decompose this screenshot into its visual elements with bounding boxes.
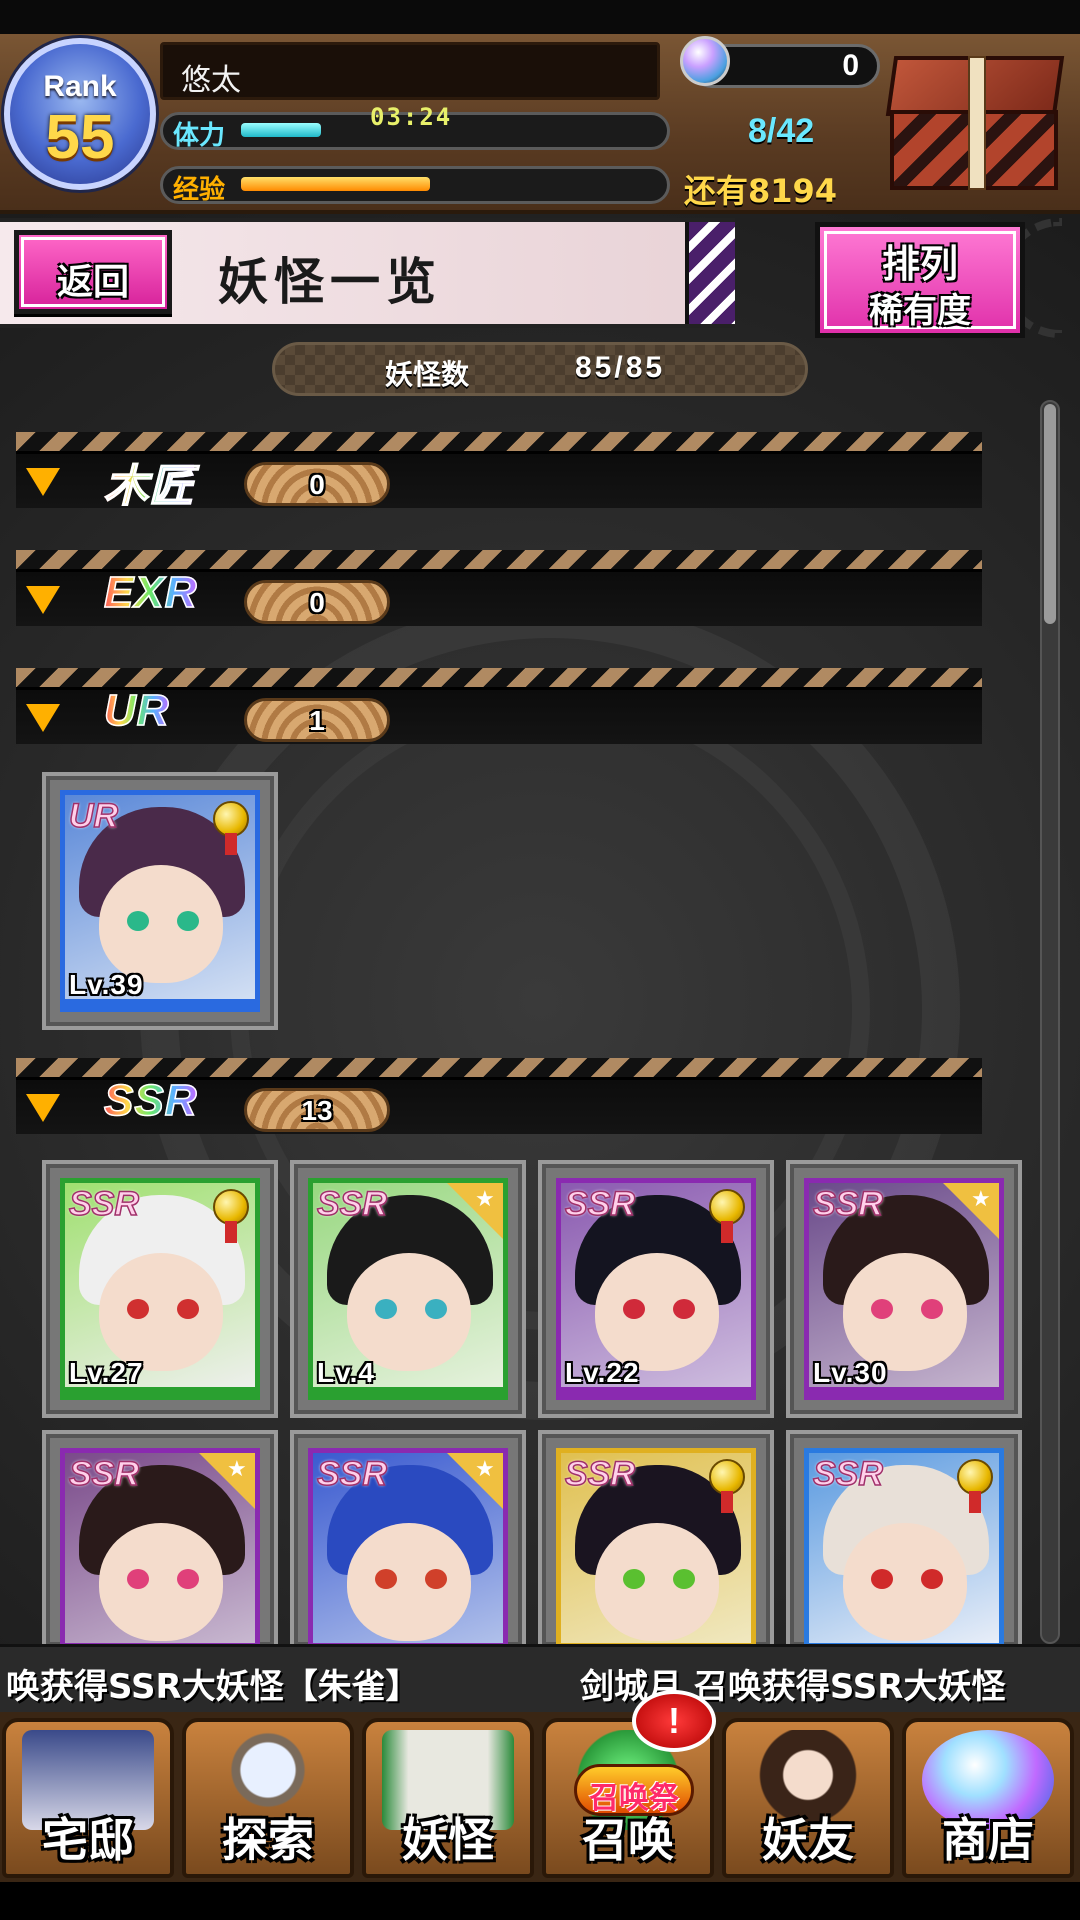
- rarity-badge: SSR: [812, 1454, 883, 1494]
- rarity-count-value: 13: [301, 1095, 333, 1126]
- nav-shop[interactable]: 商店: [902, 1718, 1074, 1878]
- stamina-value: 8/42: [748, 112, 815, 150]
- rank-number: 55: [45, 103, 115, 172]
- treasure-chest-icon[interactable]: [880, 48, 1070, 198]
- monster-card-ssr-4[interactable]: SSR ★ Lv.30: [786, 1160, 1022, 1418]
- stamina-timer: 03:24: [370, 103, 453, 131]
- rarity-count: 0: [244, 462, 390, 506]
- nav-label: 探索: [222, 1813, 314, 1867]
- monster-count-value: 85/85: [575, 351, 666, 384]
- exp-bar: 经验: [160, 166, 670, 205]
- monster-card-ssr-1[interactable]: SSR Lv.27: [42, 1160, 278, 1418]
- section-header-ur[interactable]: UR 1: [16, 668, 982, 744]
- monster-card-ssr-7[interactable]: SSR: [538, 1430, 774, 1650]
- rarity-count-value: 1: [309, 705, 325, 736]
- gold-medal-icon: [709, 1189, 745, 1243]
- rarity-badge: SSR: [812, 1184, 883, 1224]
- nav-label: 妖怪: [402, 1813, 494, 1867]
- stamina-label: 体力: [173, 121, 226, 151]
- nav-label: 商店: [942, 1813, 1034, 1867]
- nav-monsters[interactable]: 妖怪: [362, 1718, 534, 1878]
- scrollbar-thumb[interactable]: [1044, 404, 1056, 624]
- nav-explore[interactable]: 探索: [182, 1718, 354, 1878]
- rarity-badge: SSR: [316, 1454, 387, 1494]
- sort-label: 排列: [881, 242, 958, 286]
- exp-fill: [241, 177, 430, 191]
- summon-festival-label: 召唤祭: [589, 1781, 679, 1816]
- rank-label: Rank: [43, 70, 117, 103]
- back-button-label: 返回: [56, 262, 129, 303]
- rarity-label: 木匠: [103, 450, 194, 514]
- monster-card-ssr-6[interactable]: SSR ★: [290, 1430, 526, 1650]
- player-name-box: 悠太: [160, 42, 660, 100]
- star-corner-icon: ★: [447, 1183, 503, 1239]
- star-corner-icon: ★: [943, 1183, 999, 1239]
- alert-badge-icon: !: [632, 1690, 716, 1752]
- gold-medal-icon: [957, 1459, 993, 1513]
- nav-mansion[interactable]: 宅邸: [2, 1718, 174, 1878]
- rarity-badge: SSR: [68, 1184, 139, 1224]
- page-title: 妖怪一览: [218, 252, 442, 311]
- rarity-count-value: 0: [309, 469, 325, 500]
- card-level: Lv.27: [69, 1357, 144, 1388]
- status-bar: [0, 0, 1080, 34]
- card-level: Lv.30: [813, 1357, 888, 1388]
- rarity-badge: SSR: [316, 1184, 387, 1224]
- monster-card-ssr-8[interactable]: SSR: [786, 1430, 1022, 1650]
- collapse-triangle-icon: [26, 1094, 60, 1122]
- back-button[interactable]: 返回: [14, 230, 172, 314]
- gem-count: 0: [842, 49, 859, 82]
- nav-label: 妖友: [762, 1813, 854, 1867]
- spirit-orb-icon: [680, 36, 730, 86]
- monster-card-ssr-5[interactable]: SSR ★: [42, 1430, 278, 1650]
- card-level: Lv.39: [69, 969, 144, 1000]
- player-name: 悠太: [181, 63, 241, 98]
- monster-count-label: 妖怪数: [385, 358, 470, 391]
- stamina-fill: [241, 123, 321, 137]
- rarity-badge: UR: [68, 796, 119, 836]
- rarity-label: SSR: [103, 1075, 198, 1126]
- rarity-badge: SSR: [564, 1184, 635, 1224]
- app-root: Rank 55 悠太 体力 03:24 经验 0 8/42 还有8194 返回 …: [0, 0, 1080, 1920]
- ticker-message-1: 唤获得SSR大妖怪【朱雀】: [6, 1667, 420, 1707]
- rarity-label: EXR: [103, 567, 198, 618]
- nav-label: 宅邸: [42, 1813, 134, 1867]
- rarity-badge: SSR: [564, 1454, 635, 1494]
- collapse-triangle-icon: [26, 468, 60, 496]
- alert-mark: !: [668, 1700, 680, 1741]
- rarity-count: 13: [244, 1088, 390, 1132]
- monster-card-ssr-3[interactable]: SSR Lv.22: [538, 1160, 774, 1418]
- sort-value: 稀有度: [869, 291, 971, 331]
- rarity-count: 1: [244, 698, 390, 742]
- monster-count: 妖怪数 85/85: [272, 342, 808, 396]
- nav-friends[interactable]: 妖友: [722, 1718, 894, 1878]
- monster-card-ssr-2[interactable]: SSR ★ Lv.4: [290, 1160, 526, 1418]
- rarity-count: 0: [244, 580, 390, 624]
- star-corner-icon: ★: [447, 1453, 503, 1509]
- section-header-ssr[interactable]: SSR 13: [16, 1058, 982, 1134]
- rarity-count-value: 0: [309, 587, 325, 618]
- star-corner-icon: ★: [199, 1453, 255, 1509]
- summon-festival-tag: 召唤祭: [574, 1764, 694, 1816]
- section-header-木匠[interactable]: 木匠 0: [16, 432, 982, 512]
- monster-card-ur-1[interactable]: UR Lv.39: [42, 772, 278, 1030]
- system-navigation-bar: [0, 1882, 1080, 1920]
- card-level: Lv.22: [565, 1357, 640, 1388]
- gold-medal-icon: [709, 1459, 745, 1513]
- sort-button[interactable]: 排列 稀有度: [815, 222, 1025, 338]
- gold-medal-icon: [213, 1189, 249, 1243]
- collapse-triangle-icon: [26, 704, 60, 732]
- section-header-exr[interactable]: EXR 0: [16, 550, 982, 626]
- rarity-label: UR: [103, 685, 170, 736]
- rarity-badge: SSR: [68, 1454, 139, 1494]
- news-ticker: 唤获得SSR大妖怪【朱雀】 剑城月 召唤获得SSR大妖怪: [0, 1644, 1080, 1712]
- rank-badge[interactable]: Rank 55: [4, 38, 156, 190]
- list-scrollbar[interactable]: [1040, 400, 1060, 1644]
- exp-remaining: 还有8194: [684, 172, 838, 210]
- card-level: Lv.4: [317, 1357, 375, 1388]
- collapse-triangle-icon: [26, 586, 60, 614]
- exp-label: 经验: [173, 175, 226, 205]
- gold-medal-icon: [213, 801, 249, 855]
